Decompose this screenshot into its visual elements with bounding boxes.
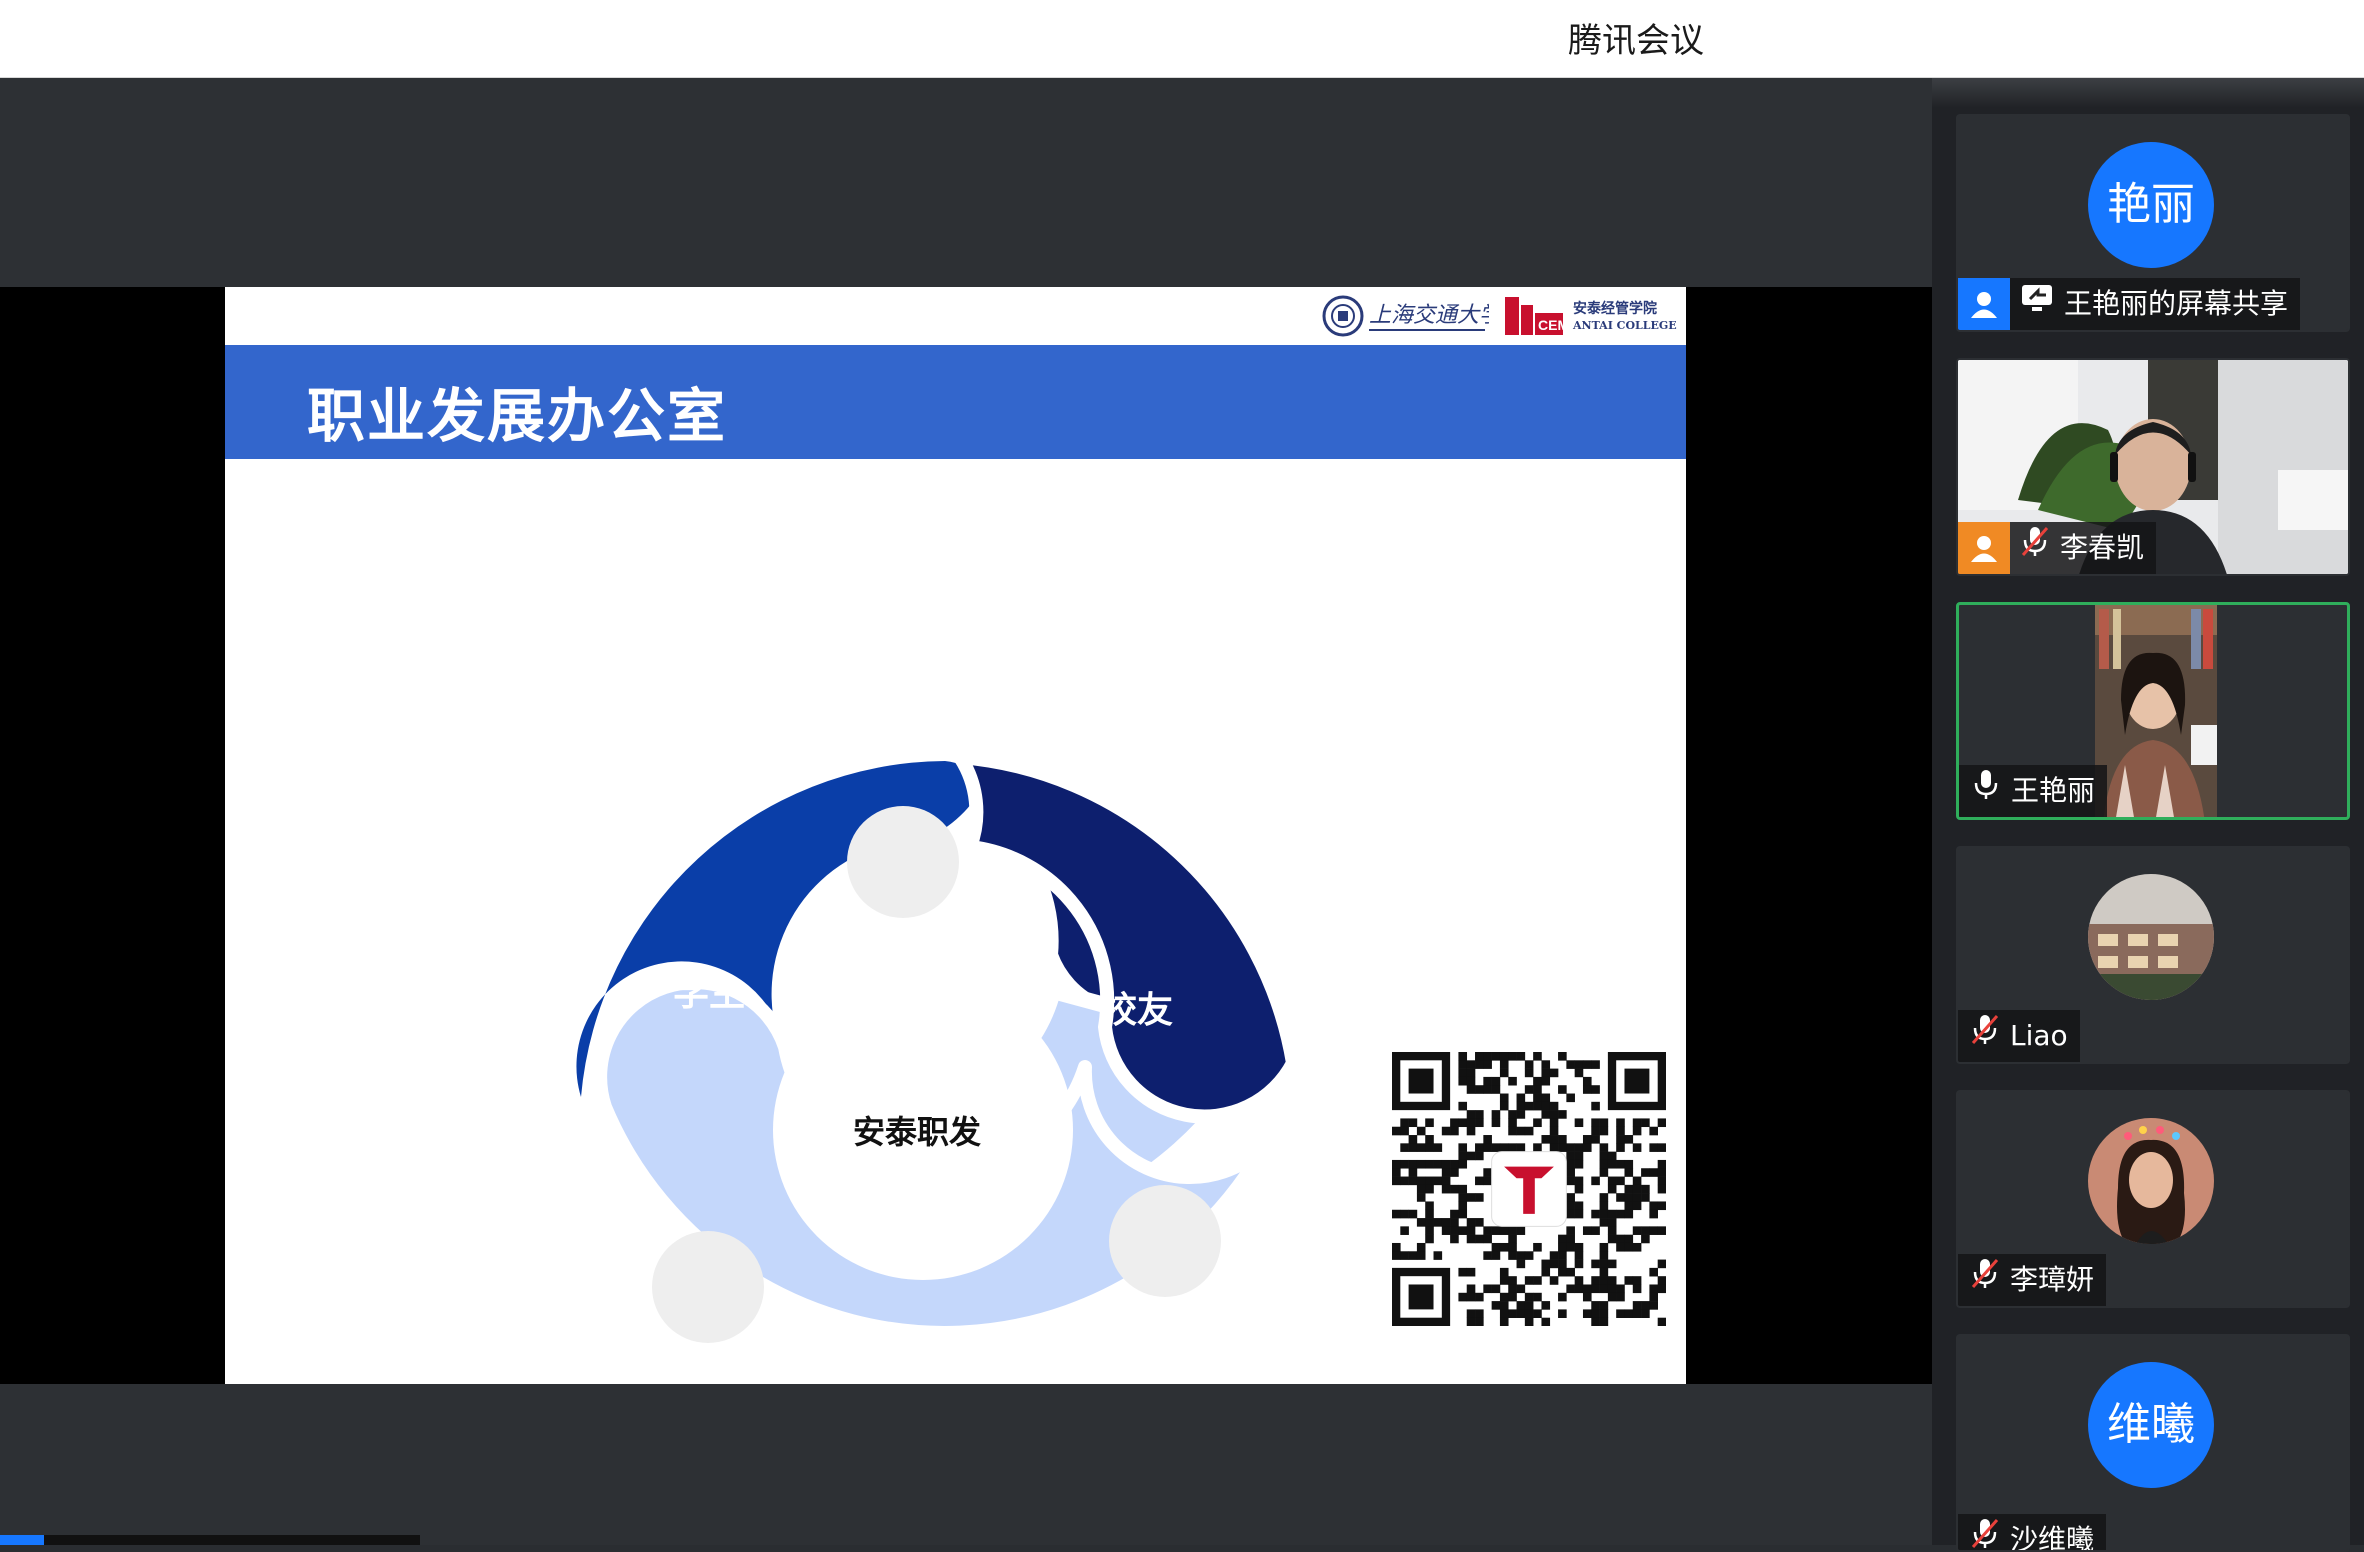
- participant-tile[interactable]: 李春凯: [1956, 358, 2350, 576]
- participant-name-tag: 沙维曦: [1958, 1514, 2107, 1552]
- participant-tile[interactable]: Liao: [1956, 846, 2350, 1064]
- host-icon: [1958, 278, 2010, 330]
- label-center: 安泰职发: [853, 1113, 981, 1151]
- mic-muted-icon: [1970, 1254, 2000, 1306]
- participant-sidebar[interactable]: 艳丽 王艳丽的屏幕共享 李春凯 王艳丽 Liao 李璋妍 维曦 沙维曦: [1932, 78, 2364, 1552]
- participant-video: [2095, 605, 2217, 817]
- participant-name: 沙维曦: [2010, 1523, 2095, 1552]
- avatar: 维曦: [2088, 1362, 2214, 1488]
- progress-fill: [0, 1535, 44, 1545]
- shared-slide: 上海交通大学 CEM 安泰经管学院 ANTAI COLLEGE 职业发展办公室 …: [225, 287, 1686, 1384]
- bubble-students: [847, 806, 959, 918]
- avatar: [2088, 874, 2214, 1000]
- participant-name-tag: 王艳丽的屏幕共享: [1958, 278, 2301, 330]
- share-icon: [2020, 278, 2054, 330]
- bubble-employer: [652, 1231, 764, 1343]
- bottom-progress-bar: [0, 1535, 420, 1545]
- mic-muted-icon: [1970, 1514, 2000, 1550]
- participant-name: 王艳丽: [2011, 774, 2096, 807]
- cohost-icon: [1958, 522, 2010, 574]
- participant-tile[interactable]: 维曦 沙维曦: [1956, 1334, 2350, 1552]
- app-title: 腾讯会议: [1568, 21, 1704, 61]
- mic-muted-icon: [2020, 522, 2050, 574]
- sidebar-scroll-shade: [1932, 78, 2364, 108]
- label-alumni: 校友: [1101, 990, 1173, 1031]
- bubble-alumni: [1109, 1185, 1221, 1297]
- mic-muted-icon: [1970, 1010, 2000, 1062]
- avatar: [2088, 1118, 2214, 1244]
- participant-name-tag: 李璋妍: [1958, 1254, 2107, 1306]
- qr-code: [1392, 1052, 1666, 1326]
- window-titlebar: 腾讯会议: [0, 0, 2364, 78]
- participant-name-tag: 王艳丽: [1959, 765, 2108, 817]
- participant-name-tag: 李春凯: [1958, 522, 2157, 574]
- participant-tile[interactable]: 李璋妍: [1956, 1090, 2350, 1308]
- participant-name: 李璋妍: [2010, 1263, 2095, 1296]
- participant-name: Liao: [2010, 1019, 2068, 1052]
- participant-name-tag: Liao: [1958, 1010, 2080, 1062]
- participant-tile[interactable]: 艳丽 王艳丽的屏幕共享: [1956, 114, 2350, 332]
- mic-icon: [1971, 765, 2001, 817]
- participant-name: 王艳丽的屏幕共享: [2064, 287, 2289, 320]
- avatar: 艳丽: [2088, 142, 2214, 268]
- participant-tile-active[interactable]: 王艳丽: [1956, 602, 2350, 820]
- label-employer: 雇主: [903, 1365, 975, 1384]
- participant-name: 李春凯: [2060, 531, 2145, 564]
- label-students: 学生: [673, 972, 745, 1014]
